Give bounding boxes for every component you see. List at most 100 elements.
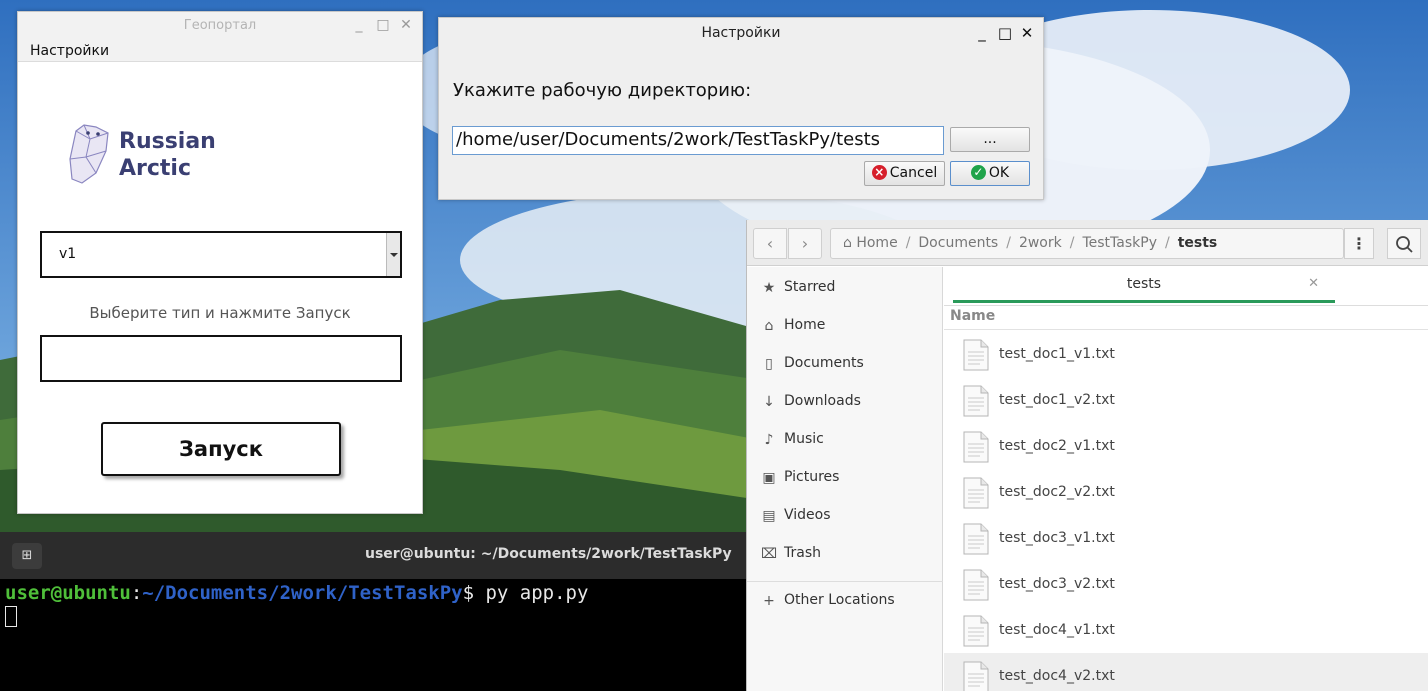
settings-title: Настройки — [701, 25, 781, 41]
settings-titlebar[interactable]: Настройки _ □ ✕ — [439, 18, 1043, 48]
terminal-window: ⊞ user@ubuntu: ~/Documents/2work/TestTas… — [0, 532, 760, 691]
list-item[interactable]: test_doc2_v2.txt — [944, 469, 1428, 515]
sidebar-item-downloads[interactable]: ↓ Downloads — [747, 384, 943, 420]
terminal-command-line[interactable]: user@ubuntu:~/Documents/2work/TestTaskPy… — [5, 582, 588, 604]
sidebar-item-starred[interactable]: ★ Starred — [747, 270, 943, 306]
cancel-label: Cancel — [889, 165, 938, 181]
geoportal-window: Геопортал _ □ ✕ Настройки Russian Arctic… — [17, 11, 423, 514]
column-header-name[interactable]: Name — [944, 306, 1428, 330]
list-item[interactable]: test_doc3_v2.txt — [944, 561, 1428, 607]
breadcrumb-testtaskpy[interactable]: TestTaskPy — [1082, 235, 1157, 251]
launch-button[interactable]: Запуск — [101, 422, 341, 476]
menu-settings[interactable]: Настройки — [30, 43, 109, 59]
prompt-command: $ py app.py — [462, 582, 589, 604]
sidebar-item-music[interactable]: ♪ Music — [747, 422, 943, 458]
sidebar-item-videos[interactable]: ▤ Videos — [747, 498, 943, 534]
cancel-icon: × — [871, 165, 887, 180]
text-file-icon — [962, 569, 990, 601]
russian-arctic-logo: Russian Arctic — [66, 123, 216, 187]
file-name: test_doc2_v1.txt — [999, 438, 1115, 454]
file-name: test_doc1_v1.txt — [999, 346, 1115, 362]
terminal-cursor — [5, 606, 17, 627]
prompt-colon: : — [130, 582, 143, 604]
text-file-icon — [962, 523, 990, 555]
sidebar-item-home[interactable]: ⌂ Home — [747, 308, 943, 344]
back-icon[interactable]: ‹ — [753, 228, 787, 259]
files-headerbar: ‹ › ⌂ Home / Documents/2work / TestTaskPy / te… — [747, 220, 1428, 266]
home-icon: ⌂ — [764, 318, 774, 334]
documents-icon: ▯ — [765, 356, 773, 372]
prompt-path: ~/Documents/2work/TestTaskPy — [142, 582, 463, 604]
file-name: test_doc1_v2.txt — [999, 392, 1115, 408]
prompt-user: user@ubuntu — [5, 582, 131, 604]
breadcrumb-2work[interactable]: 2work — [1019, 235, 1062, 251]
ok-label: OK — [988, 165, 1010, 181]
minimize-icon[interactable]: _ — [351, 17, 367, 33]
forward-icon[interactable]: › — [788, 228, 822, 259]
text-file-icon — [962, 431, 990, 463]
breadcrumb: ⌂ Home / Documents/2work / TestTaskPy / tests — [830, 228, 1344, 259]
downloads-icon: ↓ — [763, 394, 775, 410]
file-name: test_doc2_v2.txt — [999, 484, 1115, 500]
maximize-icon[interactable]: □ — [375, 17, 391, 33]
file-name: test_doc4_v1.txt — [999, 622, 1115, 638]
minimize-icon[interactable]: _ — [974, 25, 990, 41]
logo-text: Russian Arctic — [119, 129, 216, 181]
breadcrumb-documents[interactable]: Documents — [918, 235, 998, 251]
cancel-button[interactable]: × Cancel — [864, 161, 945, 186]
videos-icon: ▤ — [762, 508, 776, 524]
files-main-view: tests ✕ Name test_doc1_v1.txt test_doc1_v… — [944, 267, 1428, 691]
close-tab-icon[interactable]: ✕ — [1308, 276, 1319, 291]
close-icon[interactable]: ✕ — [398, 17, 414, 33]
text-file-icon — [962, 477, 990, 509]
plus-icon: + — [763, 593, 775, 609]
text-file-icon — [962, 339, 990, 371]
files-window: ‹ › ⌂ Home / Documents/2work / TestTaskPy / te… — [746, 220, 1428, 691]
files-sidebar: ★ Starred ⌂ Home ▯ Documents ↓ Downloads ♪ Mu… — [747, 267, 943, 691]
list-item[interactable]: test_doc3_v1.txt — [944, 515, 1428, 561]
settings-dialog: Настройки _ □ ✕ Укажите рабочую директор… — [438, 17, 1044, 200]
sidebar-item-other-locations[interactable]: + Other Locations — [747, 583, 943, 619]
terminal-titlebar[interactable]: ⊞ user@ubuntu: ~/Documents/2work/TestTas… — [0, 532, 760, 579]
file-name: test_doc3_v1.txt — [999, 530, 1115, 546]
pictures-icon: ▣ — [762, 470, 776, 486]
combobox-value: v1 — [59, 246, 77, 262]
chevron-down-icon[interactable] — [386, 233, 400, 276]
breadcrumb-home[interactable]: Home — [856, 235, 897, 251]
text-file-icon — [962, 661, 990, 691]
list-item[interactable]: test_doc4_v2.txt — [944, 653, 1428, 691]
sidebar-item-trash[interactable]: ⌧ Trash — [747, 536, 943, 572]
list-item[interactable]: test_doc1_v1.txt — [944, 331, 1428, 377]
terminal-title: user@ubuntu: ~/Documents/2work/TestTaskP… — [365, 546, 732, 562]
output-field[interactable] — [40, 335, 402, 382]
directory-prompt: Укажите рабочую директорию: — [453, 80, 752, 101]
browse-button[interactable]: ... — [950, 127, 1030, 152]
check-icon: ✓ — [970, 165, 986, 180]
text-file-icon — [962, 385, 990, 417]
sidebar-divider — [747, 581, 943, 582]
kebab-menu-icon[interactable]: ⋮ — [1344, 228, 1374, 259]
list-item[interactable]: test_doc2_v1.txt — [944, 423, 1428, 469]
tab-tests[interactable]: tests ✕ — [953, 267, 1335, 303]
close-icon[interactable]: ✕ — [1019, 25, 1035, 41]
geoportal-titlebar[interactable]: Геопортал _ □ ✕ — [18, 12, 422, 40]
music-icon: ♪ — [764, 432, 774, 448]
sidebar-item-pictures[interactable]: ▣ Pictures — [747, 460, 943, 496]
home-icon: ⌂ — [843, 235, 852, 251]
list-item[interactable]: test_doc4_v1.txt — [944, 607, 1428, 653]
directory-path-input[interactable]: /home/user/Documents/2work/TestTaskPy/te… — [452, 126, 944, 155]
type-combobox[interactable]: v1 — [40, 231, 402, 278]
text-file-icon — [962, 615, 990, 647]
file-name: test_doc3_v2.txt — [999, 576, 1115, 592]
list-item[interactable]: test_doc1_v2.txt — [944, 377, 1428, 423]
geoportal-menubar: Настройки — [18, 40, 422, 62]
sidebar-item-documents[interactable]: ▯ Documents — [747, 346, 943, 382]
maximize-icon[interactable]: □ — [997, 25, 1013, 41]
search-icon[interactable] — [1387, 228, 1421, 259]
ok-button[interactable]: ✓ OK — [950, 161, 1030, 186]
new-tab-icon[interactable]: ⊞ — [12, 543, 42, 569]
star-icon: ★ — [762, 280, 776, 296]
breadcrumb-tests[interactable]: tests — [1178, 235, 1218, 251]
hint-label: Выберите тип и нажмите Запуск — [89, 304, 351, 322]
owl-icon — [69, 124, 109, 184]
